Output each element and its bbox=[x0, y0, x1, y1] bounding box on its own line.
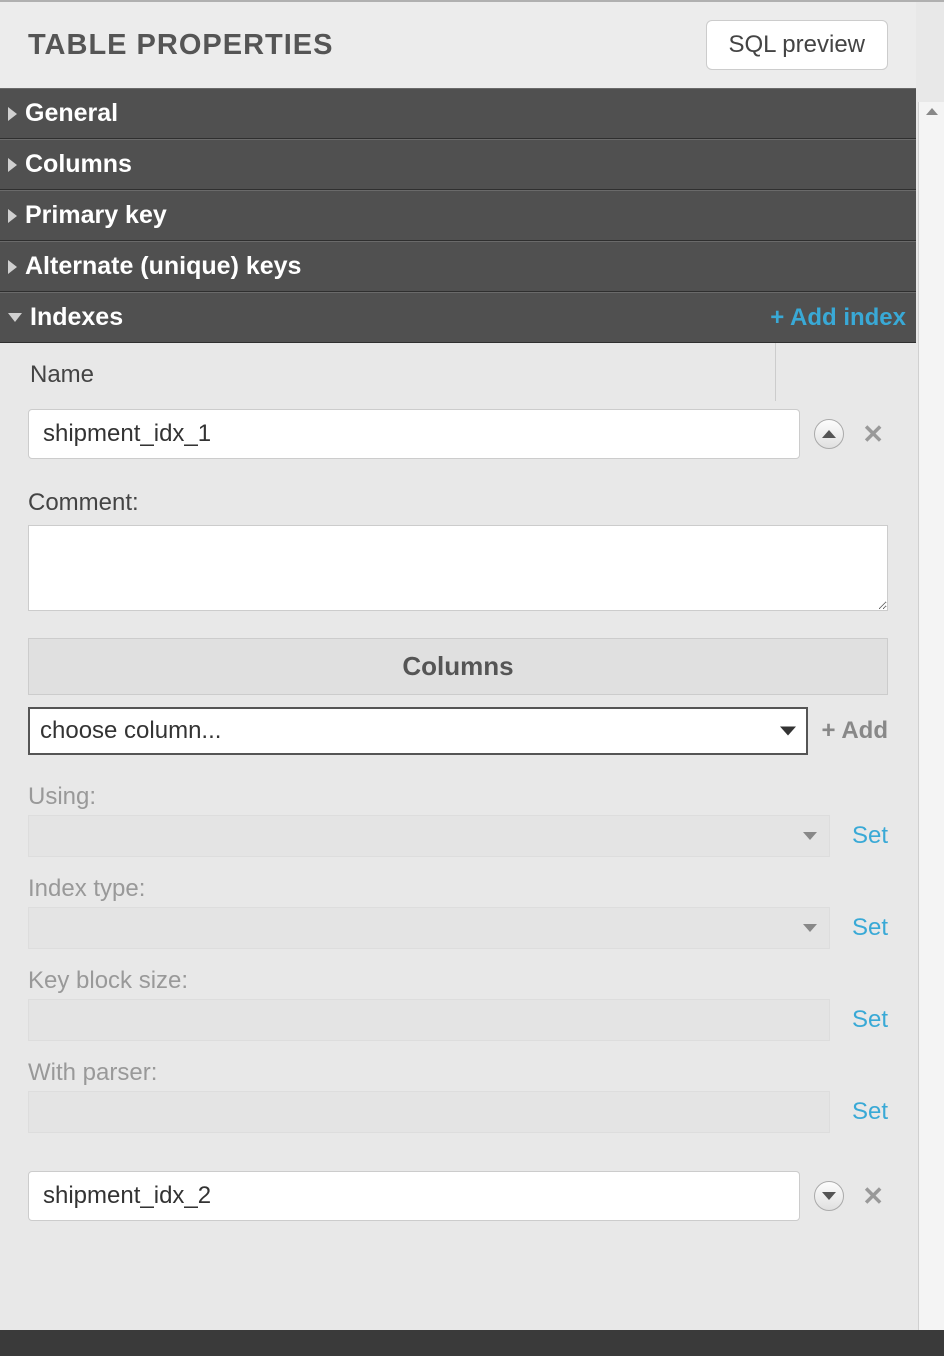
caret-right-icon bbox=[8, 260, 17, 274]
chevron-down-icon bbox=[780, 727, 796, 736]
with-parser-label: With parser: bbox=[28, 1059, 888, 1087]
name-column-header: Name bbox=[0, 343, 776, 401]
with-parser-set-link[interactable]: Set bbox=[852, 1098, 888, 1126]
expand-index-button[interactable] bbox=[814, 1181, 844, 1211]
status-bar bbox=[0, 1330, 944, 1356]
choose-column-placeholder: choose column... bbox=[40, 717, 221, 744]
caret-right-icon bbox=[8, 107, 17, 121]
comment-label: Comment: bbox=[28, 489, 888, 517]
comment-textarea[interactable] bbox=[28, 525, 888, 611]
section-label: Columns bbox=[25, 150, 132, 179]
section-columns[interactable]: Columns bbox=[0, 139, 916, 190]
with-parser-input[interactable] bbox=[28, 1091, 830, 1133]
add-index-link[interactable]: + Add index bbox=[770, 304, 906, 332]
chevron-up-icon bbox=[822, 430, 836, 438]
using-label: Using: bbox=[28, 783, 888, 811]
columns-subheader: Columns bbox=[28, 638, 888, 695]
chevron-down-icon bbox=[822, 1192, 836, 1200]
scroll-up-icon bbox=[926, 108, 938, 115]
index-name-input[interactable] bbox=[28, 1171, 800, 1221]
indexes-body: Name ✕ Comment: Columns choose column...… bbox=[0, 343, 916, 1229]
section-label: General bbox=[25, 99, 118, 128]
caret-down-icon bbox=[8, 313, 22, 322]
section-label: Indexes bbox=[30, 303, 123, 332]
properties-header: TABLE PROPERTIES SQL preview bbox=[0, 2, 916, 88]
vertical-scrollbar[interactable] bbox=[918, 102, 944, 1356]
index-type-set-link[interactable]: Set bbox=[852, 914, 888, 942]
section-label: Alternate (unique) keys bbox=[25, 252, 301, 281]
using-set-link[interactable]: Set bbox=[852, 822, 888, 850]
using-select[interactable] bbox=[28, 815, 830, 857]
add-column-button[interactable]: + Add bbox=[822, 717, 888, 745]
sql-preview-button[interactable]: SQL preview bbox=[706, 20, 889, 70]
delete-index-button[interactable]: ✕ bbox=[858, 1181, 888, 1212]
delete-index-button[interactable]: ✕ bbox=[858, 419, 888, 450]
panel-title: TABLE PROPERTIES bbox=[28, 29, 334, 62]
section-label: Primary key bbox=[25, 201, 167, 230]
index-type-select[interactable] bbox=[28, 907, 830, 949]
key-block-size-input[interactable] bbox=[28, 999, 830, 1041]
index-name-input[interactable] bbox=[28, 409, 800, 459]
choose-column-select[interactable]: choose column... bbox=[28, 707, 808, 755]
collapse-index-button[interactable] bbox=[814, 419, 844, 449]
key-block-size-set-link[interactable]: Set bbox=[852, 1006, 888, 1034]
section-general[interactable]: General bbox=[0, 88, 916, 139]
caret-right-icon bbox=[8, 158, 17, 172]
index-table-header: Name bbox=[0, 343, 916, 401]
section-primary-key[interactable]: Primary key bbox=[0, 190, 916, 241]
index-row: ✕ bbox=[0, 401, 916, 467]
section-alternate-keys[interactable]: Alternate (unique) keys bbox=[0, 241, 916, 292]
index-type-label: Index type: bbox=[28, 875, 888, 903]
caret-right-icon bbox=[8, 209, 17, 223]
index-detail: Comment: Columns choose column... + Add bbox=[0, 467, 916, 755]
index-row: ✕ bbox=[0, 1163, 916, 1229]
key-block-size-label: Key block size: bbox=[28, 967, 888, 995]
section-indexes[interactable]: Indexes + Add index bbox=[0, 292, 916, 343]
index-advanced: Using: Set Index type: Set Key block siz… bbox=[0, 783, 916, 1133]
